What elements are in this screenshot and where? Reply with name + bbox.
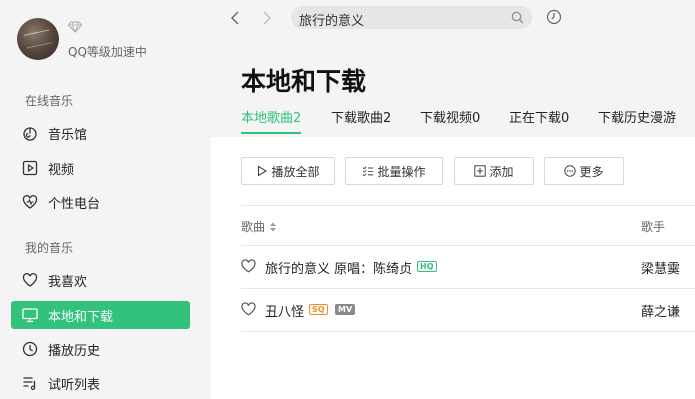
sidebar-item-radio[interactable]: 个性电台 [11, 188, 190, 216]
sidebar-item-label: 音乐馆 [48, 127, 88, 143]
search-icon[interactable] [511, 11, 524, 24]
song-title[interactable]: 丑八怪 [265, 301, 304, 320]
main-panel: 旅行的意义 本地和下载 本地歌曲2 下载歌曲2 下载视频0 正在下载0 下载历史… [211, 0, 695, 399]
sidebar-item-video[interactable]: 视频 [11, 154, 190, 182]
monitor-icon [22, 307, 38, 323]
column-header-singer-label: 歌手 [641, 220, 666, 234]
clock-icon [22, 341, 38, 357]
music-hall-icon [22, 125, 38, 141]
sidebar-item-music-hall[interactable]: 音乐馆 [11, 119, 190, 147]
chevron-left-icon [231, 11, 239, 25]
heart-icon [22, 272, 38, 288]
add-button[interactable]: 添加 [454, 157, 534, 185]
section-title-online: 在线音乐 [25, 94, 74, 108]
sort-icon[interactable] [269, 222, 277, 232]
column-header-song-label: 歌曲 [241, 220, 266, 234]
play-icon [256, 165, 268, 177]
back-button[interactable] [227, 10, 243, 26]
forward-button[interactable] [259, 10, 275, 26]
sidebar-item-label: 视频 [48, 162, 75, 178]
sidebar-item-history[interactable]: 播放历史 [11, 335, 190, 363]
tab-local-songs[interactable]: 本地歌曲2 [241, 107, 301, 126]
batch-list-icon [362, 165, 374, 177]
like-heart-icon[interactable] [241, 302, 256, 316]
sidebar-item-label: 我喜欢 [48, 274, 88, 290]
divider [241, 205, 695, 206]
more-dots-icon [564, 165, 577, 177]
add-label: 添加 [489, 164, 514, 179]
song-row[interactable]: 丑八怪 SQ MV 薛之谦 [241, 290, 695, 330]
diamond-icon[interactable] [68, 21, 82, 33]
search-value: 旅行的意义 [299, 14, 365, 29]
header: 旅行的意义 本地和下载 本地歌曲2 下载歌曲2 下载视频0 正在下载0 下载历史… [211, 0, 695, 137]
history-clock-icon[interactable] [546, 9, 562, 25]
play-all-button[interactable]: 播放全部 [241, 157, 335, 185]
divider [241, 288, 695, 289]
sidebar-item-playlist[interactable]: 试听列表 [11, 369, 190, 397]
divider [241, 245, 695, 246]
sidebar-item-label: 播放历史 [48, 343, 101, 359]
more-label: 更多 [579, 164, 604, 179]
sidebar-item-label: 个性电台 [48, 196, 101, 212]
video-icon [22, 160, 38, 176]
sidebar-item-label: 本地和下载 [48, 309, 114, 325]
playlist-icon [22, 375, 38, 391]
sidebar-item-favorites[interactable]: 我喜欢 [11, 266, 190, 294]
sidebar: QQ等级加速中 在线音乐 音乐馆 视频 个性电台 我的音乐 我喜欢 本地和下载 [0, 0, 211, 399]
singer-name[interactable]: 薛之谦 [641, 301, 680, 320]
divider [241, 331, 695, 332]
mv-badge[interactable]: MV [335, 304, 356, 315]
section-title-mine: 我的音乐 [25, 241, 74, 255]
sidebar-item-local-download[interactable]: 本地和下载 [11, 301, 190, 329]
batch-operation-button[interactable]: 批量操作 [345, 157, 443, 185]
tab-downloading[interactable]: 正在下载0 [509, 107, 569, 126]
batch-operation-label: 批量操作 [377, 164, 426, 179]
radio-icon [22, 194, 38, 210]
tab-download-history[interactable]: 下载历史漫游 [598, 107, 676, 126]
sidebar-item-label: 试听列表 [48, 377, 101, 393]
column-header-singer[interactable]: 歌手 [641, 218, 665, 235]
tab-downloaded-songs[interactable]: 下载歌曲2 [331, 107, 391, 126]
song-title[interactable]: 旅行的意义 原唱：陈绮贞 [265, 258, 412, 277]
plus-box-icon [474, 165, 487, 177]
chevron-right-icon [263, 11, 271, 25]
column-header-song[interactable]: 歌曲 [241, 218, 277, 235]
singer-name[interactable]: 梁慧霙 [641, 258, 680, 277]
vip-status-text[interactable]: QQ等级加速中 [68, 43, 147, 60]
play-all-label: 播放全部 [271, 164, 320, 179]
avatar[interactable] [17, 18, 59, 60]
like-heart-icon[interactable] [241, 259, 256, 273]
more-button[interactable]: 更多 [544, 157, 624, 185]
sq-badge: SQ [309, 304, 328, 315]
active-tab-indicator [241, 132, 301, 134]
tab-downloaded-videos[interactable]: 下载视频0 [420, 107, 480, 126]
hq-badge: HQ [417, 261, 437, 272]
search-input[interactable]: 旅行的意义 [291, 6, 532, 29]
page-title: 本地和下载 [241, 67, 367, 96]
song-row[interactable]: 旅行的意义 原唱：陈绮贞 HQ 梁慧霙 [241, 247, 695, 287]
